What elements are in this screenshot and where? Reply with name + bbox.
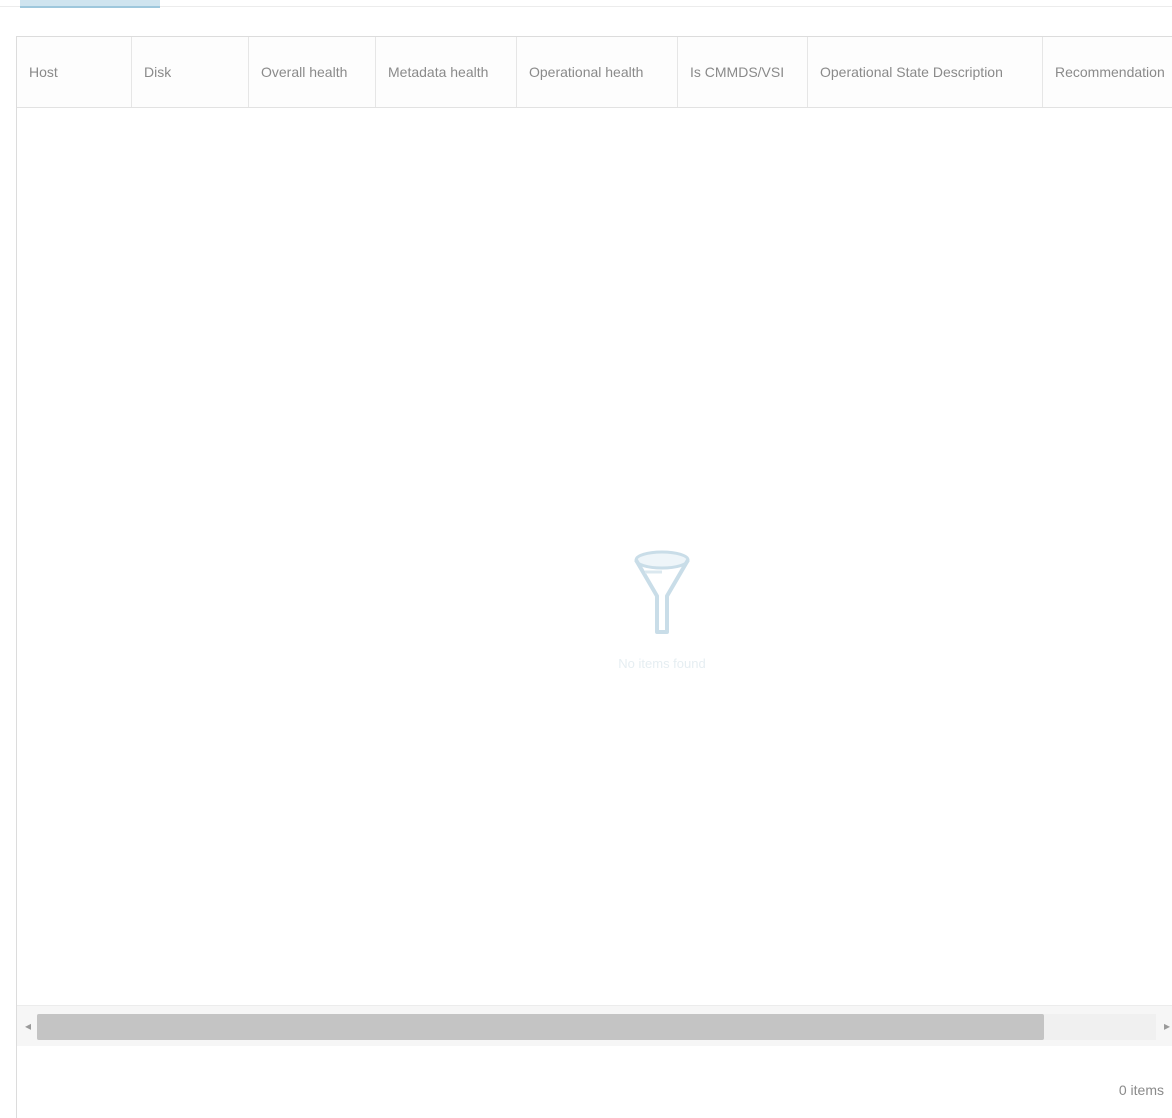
scroll-right-arrow-icon[interactable]: ▸	[1160, 1018, 1172, 1034]
empty-placeholder: No items found	[617, 548, 707, 671]
column-header-label: Recommendation	[1055, 64, 1165, 80]
column-header-operational-health[interactable]: Operational health	[517, 37, 678, 107]
datagrid-header: Host Disk Overall health Metadata health…	[17, 37, 1172, 108]
column-header-operational-state-description[interactable]: Operational State Description	[808, 37, 1043, 107]
empty-message: No items found	[618, 656, 706, 671]
column-header-label: Disk	[144, 64, 172, 80]
column-header-host[interactable]: Host	[17, 37, 132, 107]
column-header-overall-health[interactable]: Overall health	[249, 37, 376, 107]
column-header-label: Metadata health	[388, 64, 489, 80]
column-header-label: Is CMMDS/VSI	[690, 64, 785, 80]
column-header-label: Host	[29, 64, 58, 80]
column-header-label: Overall health	[261, 64, 348, 80]
column-header-is-cmmds-vsi[interactable]: Is CMMDS/VSI	[678, 37, 808, 107]
datagrid-footer: 0 items	[17, 1046, 1172, 1118]
scroll-left-arrow-icon[interactable]: ◂	[21, 1018, 35, 1034]
datagrid: Host Disk Overall health Metadata health…	[16, 36, 1172, 1118]
column-header-label: Operational health	[529, 64, 644, 80]
column-header-recommendation[interactable]: Recommendation	[1043, 37, 1172, 107]
horizontal-scrollbar[interactable]: ◂ ▸	[17, 1005, 1172, 1047]
column-header-label: Operational State Description	[820, 64, 1003, 80]
scrollbar-track[interactable]	[37, 1014, 1156, 1040]
column-header-disk[interactable]: Disk	[132, 37, 249, 107]
tab-strip	[0, 0, 1172, 24]
datagrid-body: No items found	[17, 108, 1172, 1004]
page: Host Disk Overall health Metadata health…	[0, 0, 1172, 1118]
tab-active[interactable]	[20, 0, 160, 8]
scrollbar-thumb[interactable]	[37, 1014, 1045, 1040]
filter-funnel-icon	[634, 550, 690, 634]
column-header-metadata-health[interactable]: Metadata health	[376, 37, 517, 107]
tab-strip-divider	[0, 6, 1172, 7]
item-count: 0 items	[1118, 1082, 1164, 1098]
